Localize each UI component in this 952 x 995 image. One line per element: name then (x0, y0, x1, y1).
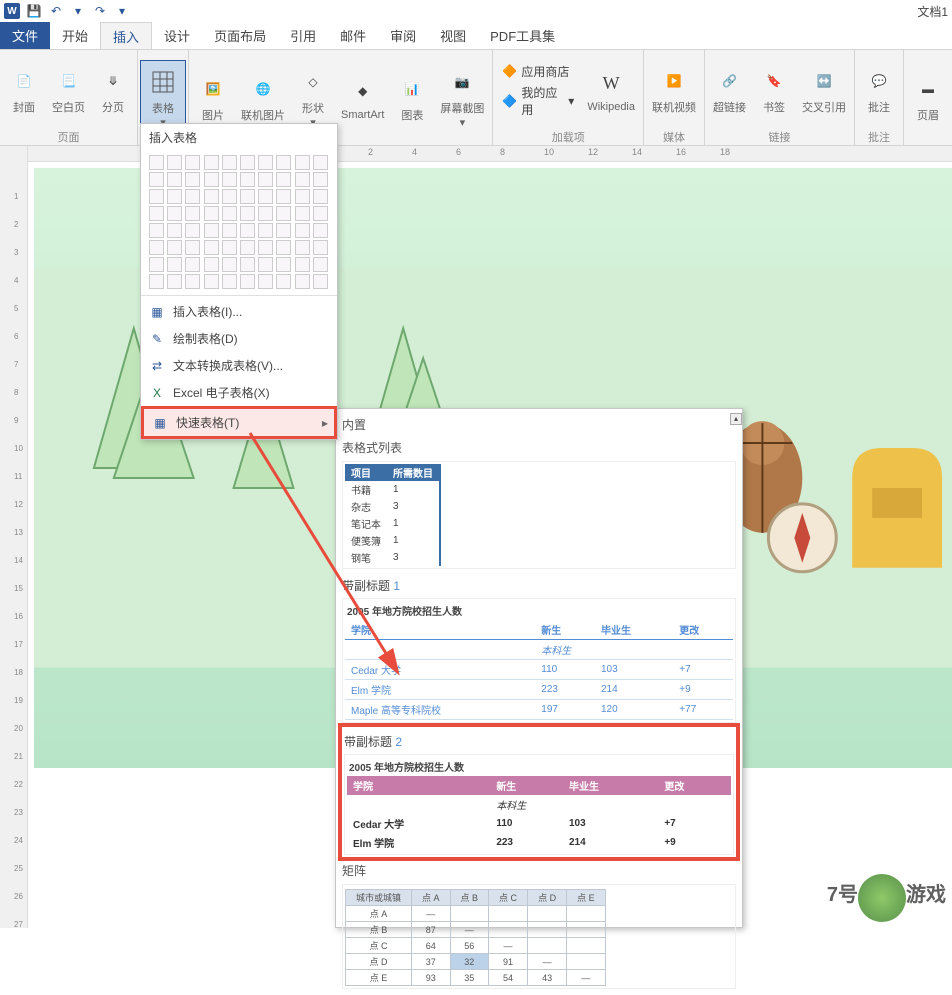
smartart-button[interactable]: ◆SmartArt (335, 60, 390, 136)
watermark: 7号游戏 (827, 874, 946, 922)
cover-page-button[interactable]: 📄封面 (2, 52, 46, 128)
ribbon-tabs: 文件 开始 插入 设计 页面布局 引用 邮件 审阅 视图 PDF工具集 (0, 22, 952, 50)
pencil-icon: ✎ (149, 331, 165, 347)
excel-icon: X (149, 385, 165, 401)
subtitle1-preview[interactable]: 2005 年地方院校招生人数 学院新生毕业生更改本科生Cedar 大学11010… (342, 598, 736, 723)
matrix-label: 矩阵 (340, 859, 738, 882)
table-icon: ▦ (149, 304, 165, 320)
comment-button[interactable]: 💬批注 (857, 52, 901, 128)
submenu-arrow-icon: ▸ (322, 416, 328, 430)
style2-title: 2005 年地方院校招生人数 (349, 759, 729, 774)
quick-tables-panel: ▴ 内置 表格式列表 项目所需数目书籍1杂志3笔记本1便笺簿1钢笔3 带副标题 … (335, 408, 743, 928)
quick-tables-item[interactable]: ▦快速表格(T)▸ (141, 406, 337, 439)
bookmark-button[interactable]: 🔖书签 (752, 52, 796, 128)
group-page: 页面 (2, 128, 135, 146)
qa-customize-icon[interactable]: ▾ (114, 3, 130, 19)
subtitle2-preview[interactable]: 2005 年地方院校招生人数 学院新生毕业生更改本科生Cedar 大学11010… (344, 754, 734, 855)
style1-title: 2005 年地方院校招生人数 (347, 603, 731, 618)
header-button[interactable]: ▬页眉 (906, 60, 950, 136)
table-grid-picker[interactable] (141, 151, 337, 293)
convert-text-item[interactable]: ⇄文本转换成表格(V)... (141, 352, 337, 379)
draw-table-item[interactable]: ✎绘制表格(D) (141, 325, 337, 352)
highlighted-selection: 带副标题 2 2005 年地方院校招生人数 学院新生毕业生更改本科生Cedar … (338, 723, 740, 861)
quick-table-icon: ▦ (152, 415, 168, 431)
subtitle2-label: 带副标题 2 (342, 727, 736, 752)
undo-icon[interactable]: ↶ (48, 3, 64, 19)
insert-table-item[interactable]: ▦插入表格(I)... (141, 298, 337, 325)
tab-mail[interactable]: 邮件 (328, 22, 378, 49)
group-media: 媒体 (646, 128, 702, 146)
tabular-list-label: 表格式列表 (340, 436, 738, 459)
table-dropdown: 插入表格 ▦插入表格(I)... ✎绘制表格(D) ⇄文本转换成表格(V)...… (140, 123, 338, 440)
convert-icon: ⇄ (149, 358, 165, 374)
dropdown-title: 插入表格 (141, 124, 337, 151)
chart-button[interactable]: 📊图表 (390, 60, 434, 136)
group-links: 链接 (707, 128, 852, 146)
screenshot-button[interactable]: 📷屏幕截图▾ (434, 60, 490, 136)
online-video-button[interactable]: ▶️联机视频 (646, 52, 702, 128)
matrix-preview[interactable]: 城市或城镇点 A点 B点 C点 D点 E点 A—点 B87—点 C6456—点 … (342, 884, 736, 989)
tab-pdf[interactable]: PDF工具集 (478, 22, 567, 49)
wikipedia-button[interactable]: WWikipedia (581, 52, 641, 128)
tabular-list-preview[interactable]: 项目所需数目书籍1杂志3笔记本1便笺簿1钢笔3 (342, 461, 736, 569)
blank-page-button[interactable]: 📃空白页 (46, 52, 91, 128)
my-addins-button[interactable]: 🔷 我的应用 ▾ (501, 83, 575, 119)
builtin-label: 内置 (340, 413, 738, 436)
word-icon: W (4, 3, 20, 19)
vertical-ruler[interactable]: 1234567891011121314151617181920212223242… (0, 146, 28, 928)
hyperlink-button[interactable]: 🔗超链接 (707, 52, 752, 128)
page-break-button[interactable]: ⤋分页 (91, 52, 135, 128)
redo-icon[interactable]: ↷ (92, 3, 108, 19)
app-store-button[interactable]: 🔶 应用商店 (501, 62, 575, 81)
tab-design[interactable]: 设计 (152, 22, 202, 49)
crossref-button[interactable]: ↔️交叉引用 (796, 52, 852, 128)
undo-more-icon[interactable]: ▾ (70, 3, 86, 19)
tab-home[interactable]: 开始 (50, 22, 100, 49)
excel-spreadsheet-item[interactable]: XExcel 电子表格(X) (141, 379, 337, 406)
document-name: 文档1 (917, 3, 948, 20)
tab-references[interactable]: 引用 (278, 22, 328, 49)
tab-review[interactable]: 审阅 (378, 22, 428, 49)
save-icon[interactable]: 💾 (26, 3, 42, 19)
tab-layout[interactable]: 页面布局 (202, 22, 278, 49)
group-comments: 批注 (857, 128, 901, 146)
scroll-up-icon[interactable]: ▴ (730, 413, 742, 425)
tab-file[interactable]: 文件 (0, 22, 50, 49)
subtitle1-label: 带副标题 1 (340, 571, 738, 596)
tab-insert[interactable]: 插入 (100, 22, 152, 49)
title-bar: W 💾 ↶ ▾ ↷ ▾ 文档1 (0, 0, 952, 22)
tab-view[interactable]: 视图 (428, 22, 478, 49)
group-addins: 加载项 (495, 128, 641, 146)
